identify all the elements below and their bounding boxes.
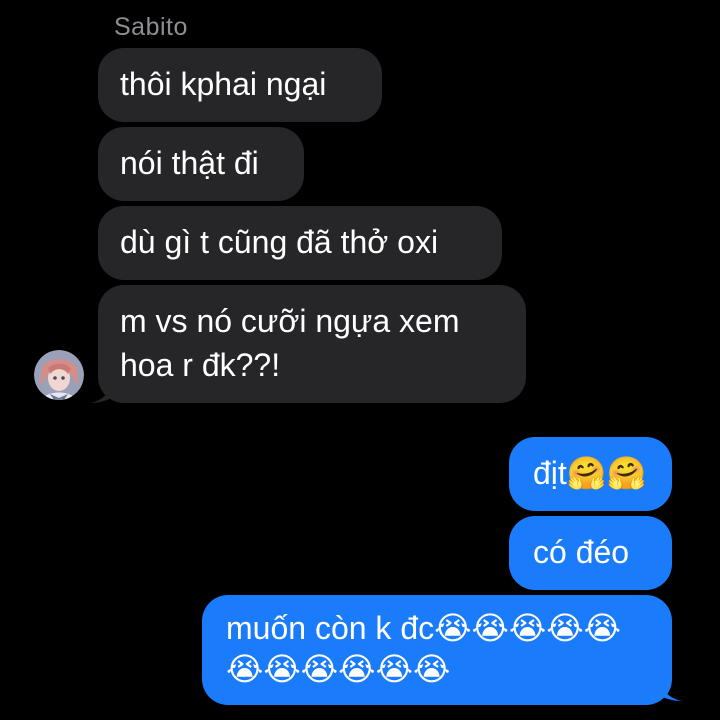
message-text-line-2: hoa r đk??! <box>120 347 281 383</box>
anime-character-avatar[interactable] <box>34 350 84 400</box>
message-text: địt🤗🤗 <box>533 455 647 491</box>
outgoing-message-2[interactable]: có đéo <box>509 516 672 590</box>
message-text: nói thật đi <box>120 145 259 181</box>
outgoing-message-3[interactable]: muốn còn k đc😭😭😭😭😭 😭😭😭😭😭😭 <box>202 595 672 705</box>
incoming-message-3[interactable]: dù gì t cũng đã thở oxi <box>98 206 502 280</box>
message-text-line-1: m vs nó cưỡi ngựa xem <box>120 303 460 339</box>
incoming-message-4[interactable]: m vs nó cưỡi ngựa xem hoa r đk??! <box>98 285 526 403</box>
incoming-message-1[interactable]: thôi kphai ngại <box>98 48 382 122</box>
avatar-image <box>34 350 84 400</box>
incoming-bubble-tail <box>90 372 118 403</box>
incoming-message-2[interactable]: nói thật đi <box>98 127 304 201</box>
message-text: dù gì t cũng đã thở oxi <box>120 224 439 260</box>
sender-name: Sabito <box>114 13 188 41</box>
message-text-line-2: 😭😭😭😭😭😭 <box>226 651 451 687</box>
message-text-line-1: muốn còn k đc😭😭😭😭😭 <box>226 610 622 646</box>
outgoing-bubble-tail <box>654 670 682 701</box>
message-text: có đéo <box>533 534 630 570</box>
outgoing-message-1[interactable]: địt🤗🤗 <box>509 437 672 511</box>
message-text: thôi kphai ngại <box>120 66 327 102</box>
